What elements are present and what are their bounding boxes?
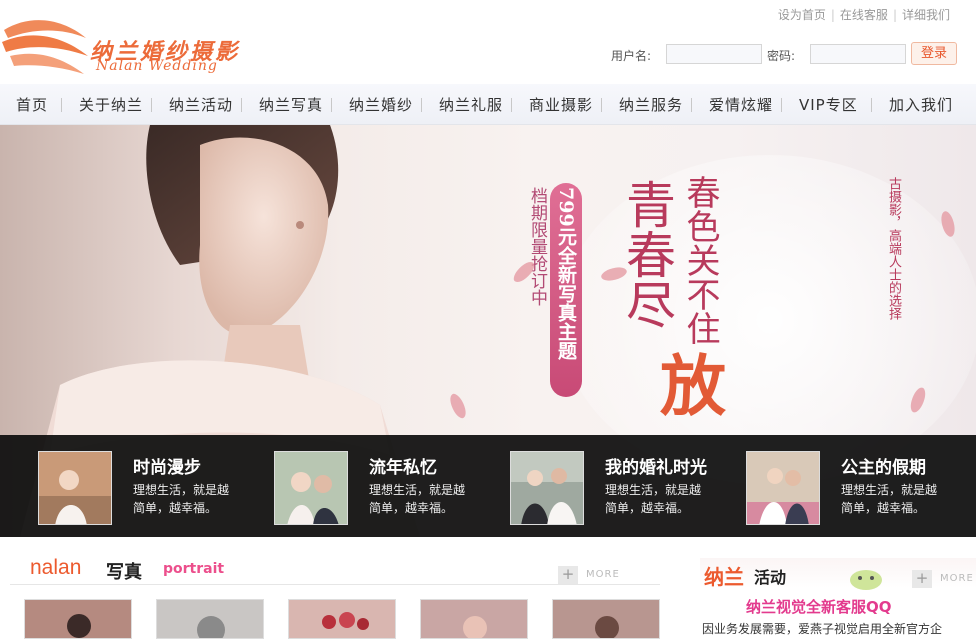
feature-card[interactable]: 流年私忆 理想生活，就是越简单，越幸福。	[274, 451, 504, 527]
feature-description: 理想生活，就是越简单，越幸福。	[133, 483, 230, 515]
feature-description: 理想生活，就是越简单，越幸福。	[605, 483, 702, 515]
feature-title[interactable]: 我的婚礼时光	[605, 453, 707, 478]
set-homepage-link[interactable]: 设为首页	[778, 8, 826, 22]
nav-item-activities[interactable]: 纳兰活动	[169, 94, 233, 115]
portrait-section-header: nalan 写真 portrait + MORE	[10, 554, 660, 586]
nav-divider	[511, 98, 512, 112]
activity-section-title: 活动	[754, 568, 787, 587]
feature-thumbnail[interactable]	[746, 451, 820, 525]
nav-item-service[interactable]: 纳兰服务	[619, 94, 683, 115]
portrait-thumbnail[interactable]	[552, 599, 660, 639]
banner-headline-2: 青春尽	[618, 179, 676, 329]
feature-card[interactable]: 我的婚礼时光 理想生活，就是越简单，越幸福。	[510, 451, 740, 527]
username-input[interactable]	[666, 44, 762, 64]
nav-item-wedding[interactable]: 纳兰婚纱	[349, 94, 413, 115]
divider: |	[892, 8, 897, 22]
top-links: 设为首页 | 在线客服 | 详细我们	[778, 6, 950, 23]
more-label: MORE	[586, 569, 620, 580]
promo-price-text: 799元全新写真主题	[555, 187, 577, 360]
login-button[interactable]: 登录	[911, 42, 957, 65]
feature-thumbnail[interactable]	[274, 451, 348, 525]
nav-item-portrait[interactable]: 纳兰写真	[259, 94, 323, 115]
feature-strip: 时尚漫步 理想生活，就是越简单，越幸福。 流年私忆 理想生活，就是越简单，越幸福…	[0, 435, 976, 537]
password-input[interactable]	[810, 44, 906, 64]
activity-more-link[interactable]: + MORE	[912, 570, 976, 588]
feature-description: 理想生活，就是越简单，越幸福。	[841, 483, 938, 515]
contact-link[interactable]: 详细我们	[902, 8, 950, 22]
nav-divider	[151, 98, 152, 112]
nav-item-commercial[interactable]: 商业摄影	[529, 94, 593, 115]
more-label: MORE	[940, 573, 974, 584]
portrait-thumbnail[interactable]	[24, 599, 132, 639]
activity-section-brand: 纳兰	[704, 565, 744, 589]
activity-news-title[interactable]: 纳兰视觉全新客服QQ	[746, 596, 892, 617]
nav-item-vip[interactable]: VIP专区	[799, 94, 858, 115]
feature-card[interactable]: 时尚漫步 理想生活，就是越简单，越幸福。	[38, 451, 268, 527]
banner-headline-1: 春色关不住	[680, 175, 720, 345]
portrait-thumbnail[interactable]	[156, 599, 264, 639]
nav-divider	[241, 98, 242, 112]
feature-title[interactable]: 时尚漫步	[133, 453, 201, 478]
nav-item-join[interactable]: 加入我们	[889, 94, 953, 115]
divider: |	[830, 8, 835, 22]
banner-side-text: 古摄影，高端人士的选择	[886, 177, 901, 320]
mascot-icon	[850, 570, 882, 590]
nav-divider	[331, 98, 332, 112]
nav-item-love[interactable]: 爱情炫耀	[709, 94, 773, 115]
feature-card[interactable]: 公主的假期 理想生活，就是越简单，越幸福。	[746, 451, 976, 527]
nav-divider	[691, 98, 692, 112]
activity-section: 纳兰 活动 + MORE 纳兰视觉全新客服QQ 因业务发展需要，爱燕子视觉启用全…	[700, 558, 976, 638]
nav-divider	[601, 98, 602, 112]
portrait-thumbnail[interactable]	[288, 599, 396, 639]
portrait-section-title-en: portrait	[163, 561, 225, 577]
banner-headline-big: 放	[660, 347, 726, 425]
online-service-link[interactable]: 在线客服	[840, 8, 888, 22]
feature-description: 理想生活，就是越简单，越幸福。	[369, 483, 466, 515]
promo-schedule-text: 档期限量抢订中	[527, 187, 547, 306]
username-label: 用户名:	[611, 49, 652, 63]
nav-divider	[61, 98, 62, 112]
nav-divider	[781, 98, 782, 112]
activity-section-header: 纳兰 活动 + MORE	[700, 558, 976, 590]
feature-title[interactable]: 公主的假期	[841, 453, 926, 478]
nav-divider	[871, 98, 872, 112]
site-header: 纳兰婚纱摄影 Nalan Wedding 设为首页 | 在线客服 | 详细我们 用户名:…	[0, 0, 976, 84]
logo-brand-en: Nalan Wedding	[96, 58, 218, 74]
nav-divider	[421, 98, 422, 112]
nav-item-dress[interactable]: 纳兰礼服	[439, 94, 503, 115]
activity-news-summary: 因业务发展需要，爱燕子视觉启用全新官方企	[702, 622, 943, 636]
portrait-section-brand: nalan	[30, 556, 82, 579]
feature-title[interactable]: 流年私忆	[369, 453, 437, 478]
password-label: 密码:	[767, 49, 796, 63]
feature-thumbnail[interactable]	[38, 451, 112, 525]
site-logo[interactable]: 纳兰婚纱摄影 Nalan Wedding	[0, 8, 240, 80]
feature-thumbnail[interactable]	[510, 451, 584, 525]
logo-swoosh-icon	[2, 20, 88, 74]
main-nav: 首页 关于纳兰 纳兰活动 纳兰写真 纳兰婚纱 纳兰礼服 商业摄影 纳兰服务 爱情…	[0, 84, 976, 125]
nav-item-about[interactable]: 关于纳兰	[79, 94, 143, 115]
portrait-section-title: 写真	[106, 562, 142, 583]
plus-icon: +	[558, 566, 578, 584]
nav-item-home[interactable]: 首页	[16, 94, 48, 115]
portrait-thumbnail[interactable]	[420, 599, 528, 639]
plus-icon: +	[912, 570, 932, 588]
portrait-more-link[interactable]: + MORE	[558, 566, 628, 584]
section-divider	[10, 584, 660, 585]
